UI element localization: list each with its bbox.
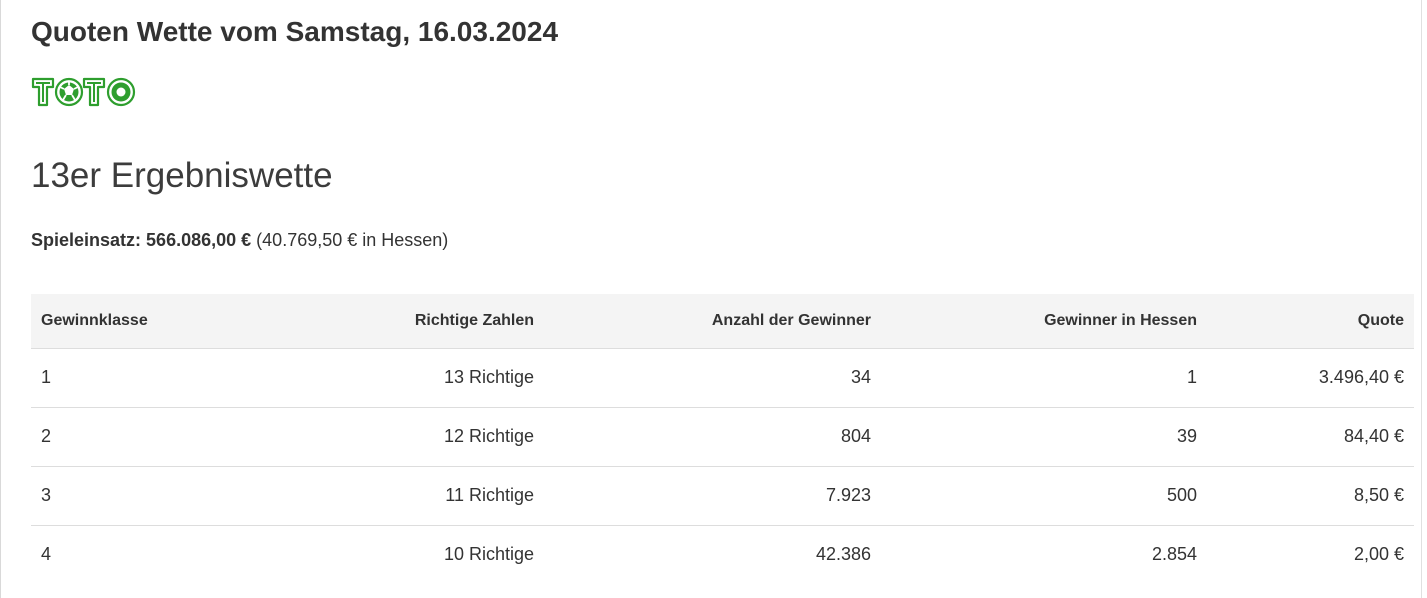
column-header-gewinner-hessen: Gewinner in Hessen [881,294,1207,349]
cell-richtige-zahlen: 13 Richtige [374,348,544,408]
table-row: 2 12 Richtige 804 39 84,40 € [31,407,1414,467]
column-header-quote: Quote [1207,294,1414,349]
cell-quote: 8,50 € [1207,466,1414,526]
cell-anzahl-gewinner: 804 [544,407,881,467]
stake-info: Spieleinsatz: 566.086,00 € (40.769,50 € … [31,230,448,251]
column-header-anzahl-gewinner: Anzahl der Gewinner [544,294,881,349]
cell-richtige-zahlen: 10 Richtige [443,544,534,564]
table-row: 3 11 Richtige 7.923 500 8,50 € [31,466,1414,526]
left-border [0,0,1,598]
column-header-gewinnklasse: Gewinnklasse [31,294,374,349]
cell-anzahl-gewinner: 34 [544,348,881,408]
cell-quote: 3.496,40 € [1207,348,1414,408]
cell-gewinnklasse: 1 [31,348,374,408]
column-header-richtige-zahlen: Richtige Zahlen [374,294,544,349]
table-row: 1 13 Richtige 34 1 3.496,40 € [31,348,1414,408]
cell-quote: 84,40 € [1207,407,1414,467]
cell-gewinnklasse: 2 [31,407,374,467]
cell-richtige-zahlen: 12 Richtige [374,407,544,467]
table-row: 4 10 Richtige 42.386 2.854 2,00 € [31,525,1414,584]
cell-richtige-zahlen: 11 Richtige [374,466,544,526]
stake-amount: 566.086,00 € [146,230,252,250]
stake-label: Spieleinsatz: [31,230,142,250]
right-border [1421,0,1422,598]
cell-gewinnklasse: 3 [31,466,374,526]
cell-gewinner-hessen: 39 [881,407,1207,467]
cell-gewinner-hessen: 2.854 [1151,544,1197,564]
page-title: Quoten Wette vom Samstag, 16.03.2024 [31,16,559,47]
cell-anzahl-gewinner: 7.923 [544,466,881,526]
quotes-table: Gewinnklasse Richtige Zahlen Anzahl der … [31,294,1414,584]
stake-hessen: (40.769,50 € in Hessen) [256,230,449,250]
toto-logo [31,77,136,107]
cell-gewinner-hessen: 500 [881,466,1207,526]
section-title: 13er Ergebniswette [31,156,333,195]
table-header-row: Gewinnklasse Richtige Zahlen Anzahl der … [31,294,1414,349]
cell-quote: 2,00 € [1353,544,1404,564]
cell-gewinner-hessen: 1 [881,348,1207,408]
cell-gewinnklasse: 4 [41,544,52,564]
cell-anzahl-gewinner: 42.386 [815,544,871,564]
